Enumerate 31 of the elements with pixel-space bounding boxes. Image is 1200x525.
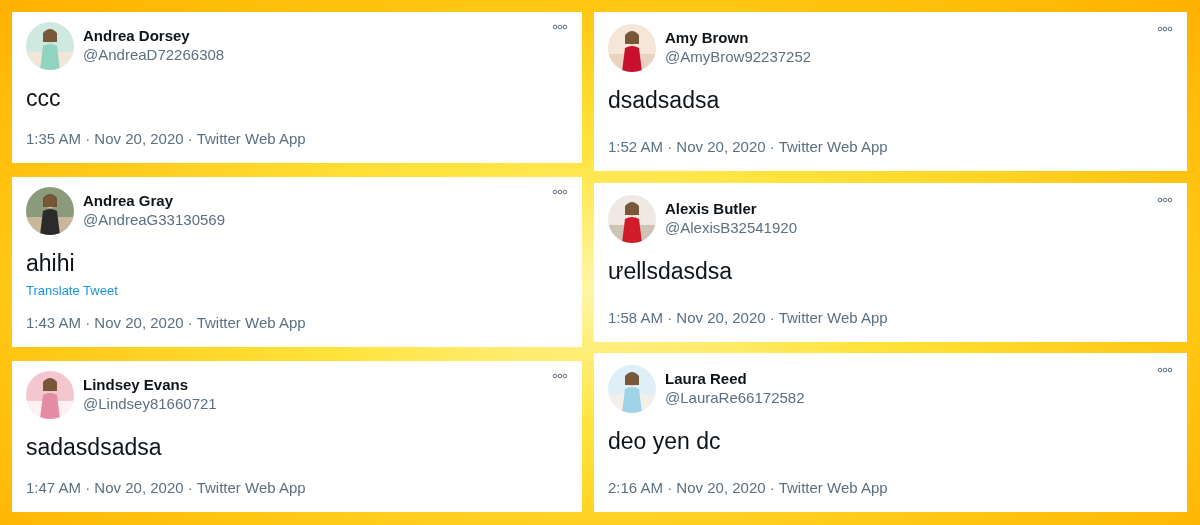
tweet-meta: 1:35 AM · Nov 20, 2020 · Twitter Web App	[26, 130, 306, 147]
more-icon[interactable]	[1157, 26, 1173, 32]
user-name[interactable]: Alexis Butler	[665, 198, 757, 218]
user-handle[interactable]: @Lindsey81660721	[83, 394, 217, 413]
tweet-text: ccc	[26, 84, 61, 112]
user-name[interactable]: Laura Reed	[665, 369, 747, 388]
user-handle[interactable]: @AmyBrow92237252	[665, 47, 812, 66]
more-icon[interactable]	[552, 24, 568, 30]
tweet-text: sadasdsadsa	[26, 433, 162, 461]
more-icon[interactable]	[552, 189, 568, 195]
tweet-meta: 1:52 AM · Nov 20, 2020 · Twitter Web App	[608, 138, 888, 155]
more-icon[interactable]	[1157, 367, 1173, 373]
user-handle[interactable]: @LauraRe66172582	[665, 388, 805, 407]
user-handle[interactable]: @AlexisB32541920	[665, 217, 797, 237]
tweet-meta: 2:16 AM · Nov 20, 2020 · Twitter Web App	[608, 479, 888, 496]
tweet-meta: 1:43 AM · Nov 20, 2020 · Twitter Web App	[26, 314, 306, 331]
user-name[interactable]: Andrea Dorsey	[83, 26, 190, 45]
tweet-text: ưellsdasdsa	[608, 256, 733, 285]
translate-link[interactable]: Translate Tweet	[26, 283, 118, 298]
tweet-text: dsadsadsa	[608, 86, 720, 114]
user-name[interactable]: Amy Brown	[665, 28, 749, 47]
more-icon[interactable]	[1157, 196, 1173, 203]
more-icon[interactable]	[552, 373, 568, 379]
user-name[interactable]: Lindsey Evans	[83, 375, 189, 394]
tweet-meta: 1:47 AM · Nov 20, 2020 · Twitter Web App	[26, 479, 306, 496]
tweet-text: deo yen dc	[608, 427, 721, 455]
user-name[interactable]: Andrea Gray	[83, 191, 174, 210]
tweet-text: ahihi	[26, 249, 75, 277]
tweet-meta: 1:58 AM · Nov 20, 2020 · Twitter Web App	[608, 308, 888, 326]
user-handle[interactable]: @AndreaG33130569	[83, 210, 225, 229]
user-handle[interactable]: @AndreaD72266308	[83, 45, 225, 64]
